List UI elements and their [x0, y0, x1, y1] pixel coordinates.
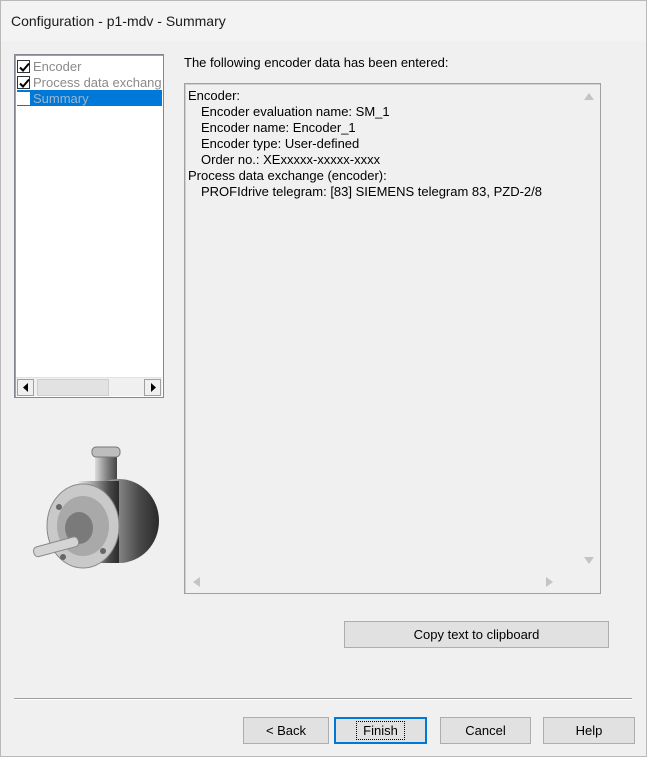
- finish-button-label: Finish: [356, 721, 405, 740]
- finish-button[interactable]: Finish: [334, 717, 427, 744]
- back-button[interactable]: < Back: [243, 717, 329, 744]
- title-bar[interactable]: Configuration - p1-mdv - Summary: [1, 1, 646, 41]
- checkbox-checked-icon[interactable]: [17, 59, 30, 73]
- scroll-up-arrow-icon[interactable]: [584, 92, 594, 100]
- summary-horizontal-scrollbar[interactable]: [186, 572, 578, 592]
- cancel-button[interactable]: Cancel: [440, 717, 531, 744]
- scroll-thumb[interactable]: [37, 379, 109, 396]
- tree-item-process-data-exchange[interactable]: Process data exchange: [17, 74, 162, 90]
- scroll-left-arrow-icon[interactable]: [192, 577, 200, 587]
- checkbox-unchecked-icon[interactable]: [17, 91, 30, 105]
- scroll-left-arrow-icon[interactable]: [17, 379, 34, 396]
- summary-line: Order no.: XExxxxx-xxxxx-xxxx: [201, 152, 381, 167]
- summary-vertical-scrollbar[interactable]: [579, 85, 599, 571]
- summary-line: Process data exchange (encoder):: [188, 168, 387, 183]
- summary-line: Encoder:: [188, 88, 241, 103]
- summary-line: Encoder type: User-defined: [201, 136, 360, 151]
- footer-separator: [14, 698, 632, 700]
- encoder-illustration: [32, 446, 159, 569]
- tree-item-summary[interactable]: Summary: [17, 90, 162, 106]
- checkbox-checked-icon[interactable]: [17, 75, 30, 89]
- scroll-right-arrow-icon[interactable]: [144, 379, 161, 396]
- tree-horizontal-scrollbar[interactable]: [16, 377, 162, 396]
- help-button[interactable]: Help: [543, 717, 635, 744]
- scroll-right-arrow-icon[interactable]: [546, 577, 554, 587]
- step-tree[interactable]: Encoder Process data exchange Summary: [14, 54, 164, 398]
- summary-line: PROFIdrive telegram: [83] SIEMENS telegr…: [201, 184, 543, 199]
- tree-item-label: Encoder: [33, 58, 82, 74]
- tree-item-label: Process data exchange: [33, 74, 162, 90]
- summary-textbox[interactable]: Encoder: Encoder evaluation name: SM_1 E…: [184, 83, 601, 594]
- tree-item-label: Summary: [33, 90, 89, 106]
- summary-intro: The following encoder data has been ente…: [184, 55, 449, 70]
- summary-line: Encoder evaluation name: SM_1: [201, 104, 390, 119]
- scroll-down-arrow-icon[interactable]: [584, 557, 594, 565]
- configuration-dialog: Configuration - p1-mdv - Summary Encoder…: [0, 0, 647, 757]
- copy-to-clipboard-button[interactable]: Copy text to clipboard: [344, 621, 609, 648]
- window-title: Configuration - p1-mdv - Summary: [11, 13, 226, 29]
- summary-text: Encoder: Encoder evaluation name: SM_1 E…: [188, 88, 542, 200]
- summary-line: Encoder name: Encoder_1: [201, 120, 356, 135]
- tree-item-encoder[interactable]: Encoder: [17, 58, 162, 74]
